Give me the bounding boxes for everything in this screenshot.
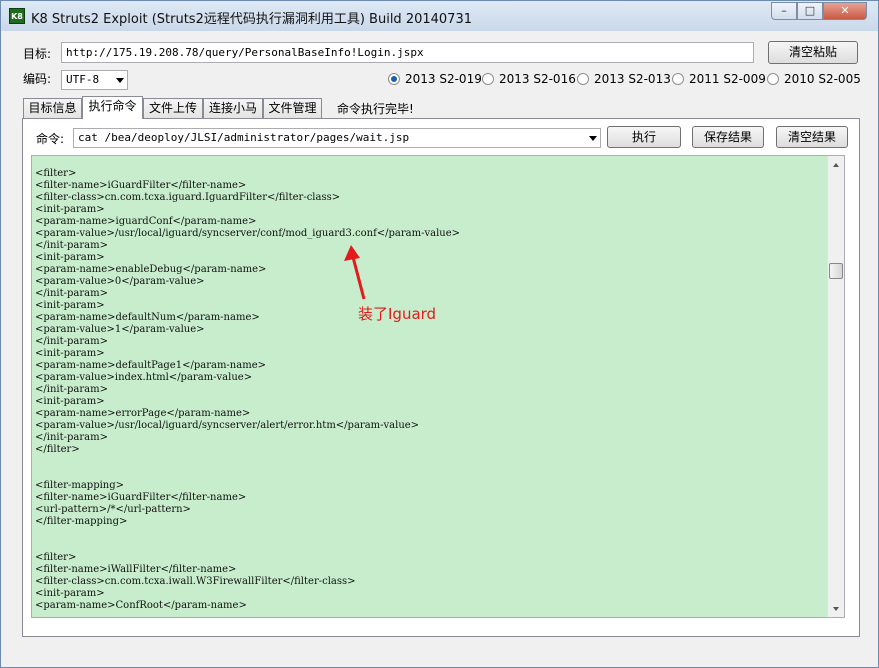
output-text: <filter> <filter-name>iGuardFilter</filte… [35,168,825,612]
output-line: <param-value>0</param-value> [35,276,205,287]
scroll-up-icon[interactable] [833,163,839,167]
output-line: <param-name>ConfRoot</param-name> [35,600,247,611]
clear-paste-button[interactable]: 清空粘贴 [768,41,858,64]
minimize-button[interactable]: – [771,2,797,20]
radio-s2-019[interactable]: 2013 S2-019 [388,72,482,86]
scroll-down-icon[interactable] [833,607,839,611]
annotation-arrow-icon [344,245,366,300]
output-line: <init-param> [35,348,105,359]
output-line: <init-param> [35,252,105,263]
radio-s2-009[interactable]: 2011 S2-009 [672,72,766,86]
status-text: 命令执行完毕! [337,102,414,116]
window-title: K8 Struts2 Exploit (Struts2远程代码执行漏洞利用工具)… [31,12,472,27]
annotation-text: 装了Iguard [358,305,437,323]
output-line: <init-param> [35,396,105,407]
vertical-scrollbar[interactable] [827,156,844,617]
radio-label: 2013 S2-019 [405,72,482,86]
tab-execute-command[interactable]: 执行命令 [82,96,143,119]
output-line: <param-value>/usr/local/iguard/syncserve… [35,228,461,239]
output-line: <url-pattern>/*</url-pattern> [35,504,191,515]
radio-label: 2013 S2-013 [594,72,671,86]
command-input[interactable]: cat /bea/deoploy/JLSI/administrator/page… [73,128,601,148]
output-line: <init-param> [35,588,105,599]
command-label: 命令: [36,132,65,146]
radio-s2-016[interactable]: 2013 S2-016 [482,72,576,86]
tab-target-info[interactable]: 目标信息 [23,98,82,118]
tab-file-manager[interactable]: 文件管理 [263,98,322,118]
execute-button[interactable]: 执行 [607,126,681,148]
radio-empty-icon [767,73,779,85]
output-line: <filter-class>cn.com.tcxa.iguard.IguardF… [35,192,341,203]
save-result-button[interactable]: 保存结果 [692,126,764,148]
app-window: K8 K8 Struts2 Exploit (Struts2远程代码执行漏洞利用… [0,0,879,668]
tab-file-upload[interactable]: 文件上传 [143,98,203,118]
encoding-value: UTF-8 [66,73,100,86]
tab-connect-shell[interactable]: 连接小马 [203,98,263,118]
maximize-button[interactable]: □ [797,2,823,20]
output-line: </init-param> [35,288,108,299]
output-line: <param-name>defaultPage1</param-name> [35,360,266,371]
command-value: cat /bea/deoploy/JLSI/administrator/page… [78,131,410,144]
encoding-label: 编码: [23,72,52,86]
radio-s2-013[interactable]: 2013 S2-013 [577,72,671,86]
title-bar[interactable]: K8 K8 Struts2 Exploit (Struts2远程代码执行漏洞利用… [1,1,878,31]
output-line: <filter> [35,552,77,563]
output-line: <param-value>1</param-value> [35,324,205,335]
output-line: <filter> [35,168,77,179]
radio-label: 2013 S2-016 [499,72,576,86]
output-line: </filter-mapping> [35,516,128,527]
command-output-textarea[interactable]: <filter> <filter-name>iGuardFilter</filte… [31,155,845,618]
output-line: </filter> [35,444,80,455]
output-line: </init-param> [35,432,108,443]
chevron-down-icon [116,78,124,83]
output-line: </init-param> [35,240,108,251]
output-line: <filter-mapping> [35,480,125,491]
output-line: <param-name>iguardConf</param-name> [35,216,257,227]
output-line: <filter-class>cn.com.tcxa.iwall.W3Firewa… [35,576,356,587]
target-url-input[interactable]: http://175.19.208.78/query/PersonalBaseI… [61,42,754,63]
output-line: <param-name>errorPage</param-name> [35,408,251,419]
radio-empty-icon [482,73,494,85]
k8-app-icon: K8 [9,8,25,24]
output-line: </init-param> [35,336,108,347]
output-line: <param-value>/usr/local/iguard/syncserve… [35,420,420,431]
target-label: 目标: [23,47,52,61]
radio-label: 2010 S2-005 [784,72,861,86]
output-line: <param-value>index.html</param-value> [35,372,253,383]
output-line: <filter-name>iGuardFilter</filter-name> [35,180,247,191]
radio-empty-icon [672,73,684,85]
output-line: <filter-name>iWallFilter</filter-name> [35,564,237,575]
clear-result-button[interactable]: 清空结果 [776,126,848,148]
output-line: <param-name>enableDebug</param-name> [35,264,267,275]
output-line: </init-param> [35,384,108,395]
radio-label: 2011 S2-009 [689,72,766,86]
encoding-select[interactable]: UTF-8 [61,70,128,90]
radio-s2-005[interactable]: 2010 S2-005 [767,72,861,86]
scroll-thumb[interactable] [829,263,843,279]
output-line: <filter-name>iGuardFilter</filter-name> [35,492,247,503]
output-line: <init-param> [35,204,105,215]
radio-selected-icon [388,73,400,85]
chevron-down-icon [589,136,597,141]
close-button[interactable]: ✕ [823,2,867,20]
radio-empty-icon [577,73,589,85]
